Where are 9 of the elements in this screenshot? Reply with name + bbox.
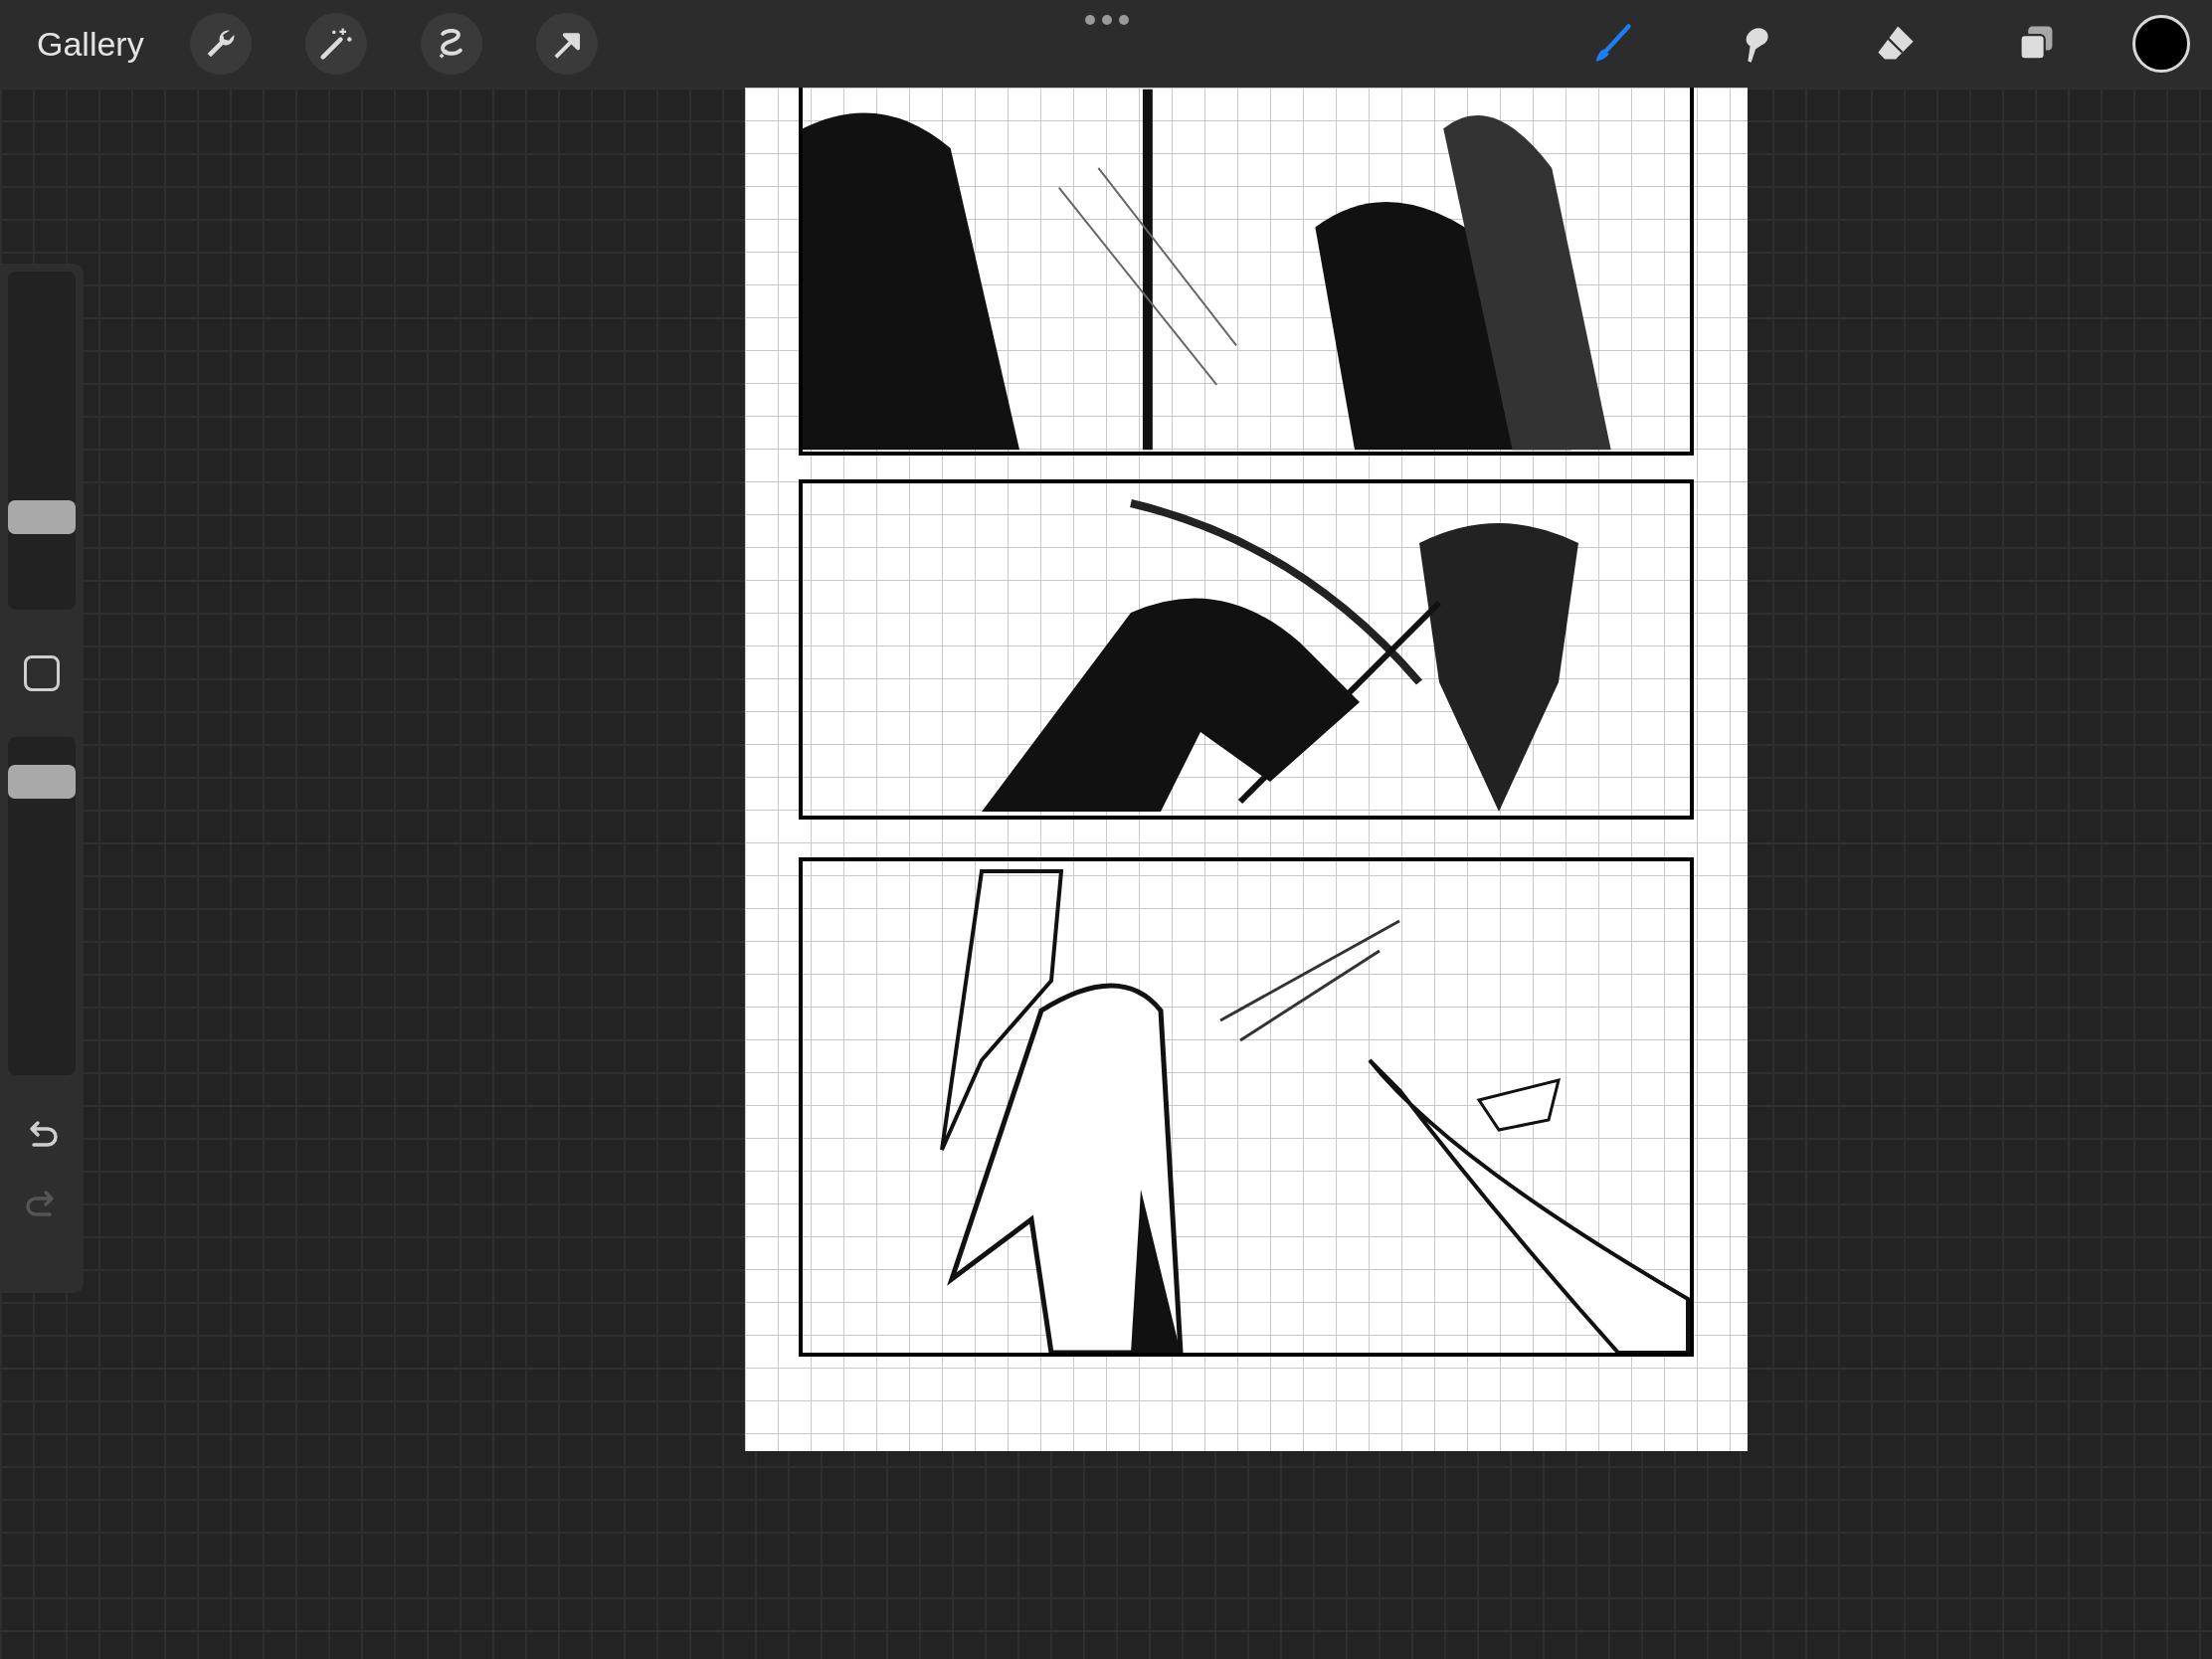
drawing-canvas[interactable] — [745, 88, 1748, 1451]
color-swatch[interactable] — [2132, 15, 2190, 73]
slider-thumb[interactable] — [8, 764, 76, 799]
more-icon[interactable] — [1084, 14, 1130, 26]
opacity-slider[interactable] — [8, 737, 76, 1075]
brush-size-slider[interactable] — [8, 272, 76, 610]
gallery-button[interactable]: Gallery — [37, 24, 144, 64]
modify-button[interactable] — [24, 655, 60, 691]
slider-thumb[interactable] — [8, 499, 76, 534]
